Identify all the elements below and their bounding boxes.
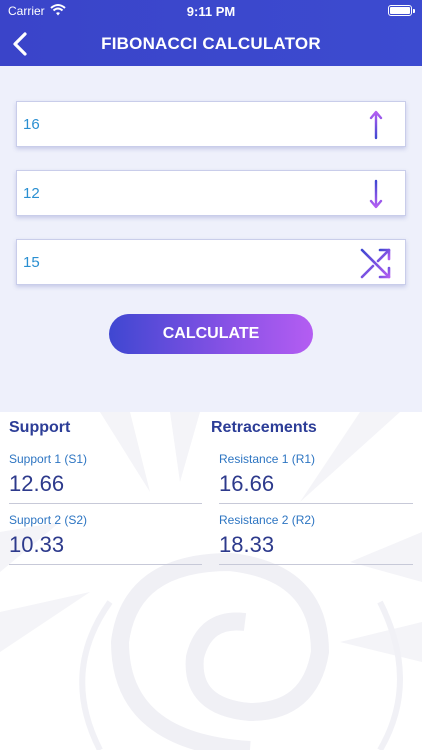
retracements-heading: Retracements bbox=[211, 419, 317, 436]
calculate-button[interactable]: CALCULATE bbox=[109, 314, 313, 354]
arrow-down-icon bbox=[369, 179, 383, 209]
status-time: 9:11 PM bbox=[186, 4, 236, 19]
divider bbox=[219, 503, 413, 504]
custom-value-field[interactable]: 15 bbox=[16, 239, 406, 285]
support-heading: Support bbox=[9, 419, 71, 436]
high-value-field[interactable]: 16 bbox=[16, 101, 406, 147]
battery-icon bbox=[388, 5, 415, 16]
resistance-2-value: 18.33 bbox=[219, 532, 275, 557]
resistance-1-label: Resistance 1 (R1) bbox=[219, 452, 316, 466]
divider bbox=[219, 564, 413, 565]
input-panel: 16 12 15 CALCULATE bbox=[0, 66, 422, 412]
status-bar: Carrier 9:11 PM bbox=[0, 0, 422, 22]
divider bbox=[9, 503, 202, 504]
results-panel: Support Retracements Support 1 (S1) 12.6… bbox=[0, 412, 422, 750]
shuffle-icon bbox=[360, 248, 391, 279]
custom-value-input[interactable]: 15 bbox=[23, 254, 40, 271]
nav-header: Carrier 9:11 PM FIBONACCI CALCULATOR bbox=[0, 0, 422, 66]
high-value-input[interactable]: 16 bbox=[23, 116, 40, 133]
resistance-2-label: Resistance 2 (R2) bbox=[219, 513, 316, 527]
divider bbox=[9, 564, 202, 565]
arrow-up-icon bbox=[369, 110, 383, 140]
support-2-label: Support 2 (S2) bbox=[9, 513, 88, 527]
low-value-input[interactable]: 12 bbox=[23, 185, 40, 202]
support-2-value: 10.33 bbox=[9, 532, 65, 557]
support-1-value: 12.66 bbox=[9, 471, 65, 496]
page-title: FIBONACCI CALCULATOR bbox=[101, 34, 321, 53]
low-value-field[interactable]: 12 bbox=[16, 170, 406, 216]
support-1-label: Support 1 (S1) bbox=[9, 452, 88, 466]
resistance-1-value: 16.66 bbox=[219, 471, 275, 496]
